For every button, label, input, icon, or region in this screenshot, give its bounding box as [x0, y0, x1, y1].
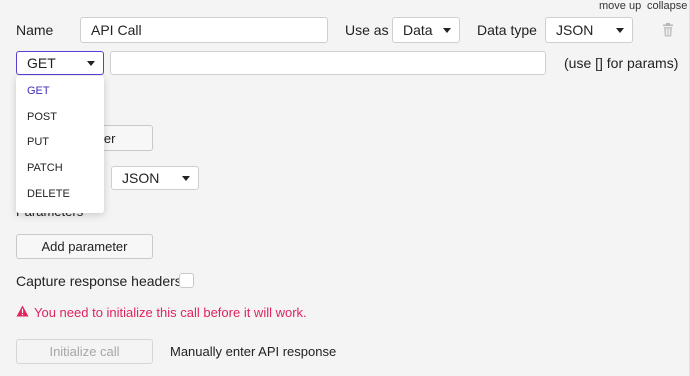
method-option-put[interactable]: PUT — [27, 136, 49, 148]
data-type-value: JSON — [556, 22, 594, 38]
api-call-panel: move up collapse Name API Call Use as Da… — [0, 0, 690, 376]
method-option-post[interactable]: POST — [27, 111, 57, 123]
warning-icon — [16, 305, 29, 317]
trash-icon[interactable] — [662, 23, 674, 37]
add-parameter-button[interactable]: Add parameter — [16, 234, 153, 259]
use-as-value: Data — [403, 22, 433, 38]
use-as-select[interactable]: Data — [392, 17, 460, 43]
initialize-call-button[interactable]: Initialize call — [16, 339, 153, 364]
data-type-select[interactable]: JSON — [545, 17, 633, 43]
name-label: Name — [16, 22, 54, 38]
body-type-select[interactable]: JSON — [111, 166, 199, 190]
method-option-patch[interactable]: PATCH — [27, 162, 63, 174]
data-type-label: Data type — [477, 22, 537, 38]
body-type-value: JSON — [122, 170, 160, 186]
url-input[interactable] — [110, 51, 546, 75]
manual-response-link[interactable]: Manually enter API response — [170, 344, 336, 359]
chevron-down-icon — [182, 176, 190, 181]
chevron-down-icon — [87, 61, 95, 66]
method-option-get[interactable]: GET — [27, 85, 50, 97]
initialize-call-label: Initialize call — [49, 344, 120, 359]
move-up-link[interactable]: move up — [599, 0, 641, 12]
method-option-delete[interactable]: DELETE — [27, 188, 70, 200]
method-select[interactable]: GET — [16, 51, 104, 75]
use-as-label: Use as — [345, 22, 389, 38]
chevron-down-icon — [443, 28, 451, 33]
capture-headers-label: Capture response headers — [16, 273, 182, 289]
method-dropdown-menu: GET POST PUT PATCH DELETE — [16, 76, 104, 213]
name-input[interactable]: API Call — [80, 17, 328, 43]
capture-headers-checkbox[interactable] — [179, 273, 194, 288]
add-parameter-label: Add parameter — [41, 239, 128, 254]
collapse-link[interactable]: collapse — [647, 0, 687, 12]
name-input-value: API Call — [91, 22, 142, 38]
warning-message: You need to initialize this call before … — [34, 305, 307, 320]
chevron-down-icon — [616, 28, 624, 33]
method-value: GET — [27, 55, 56, 71]
params-hint: (use [] for params) — [564, 55, 679, 71]
